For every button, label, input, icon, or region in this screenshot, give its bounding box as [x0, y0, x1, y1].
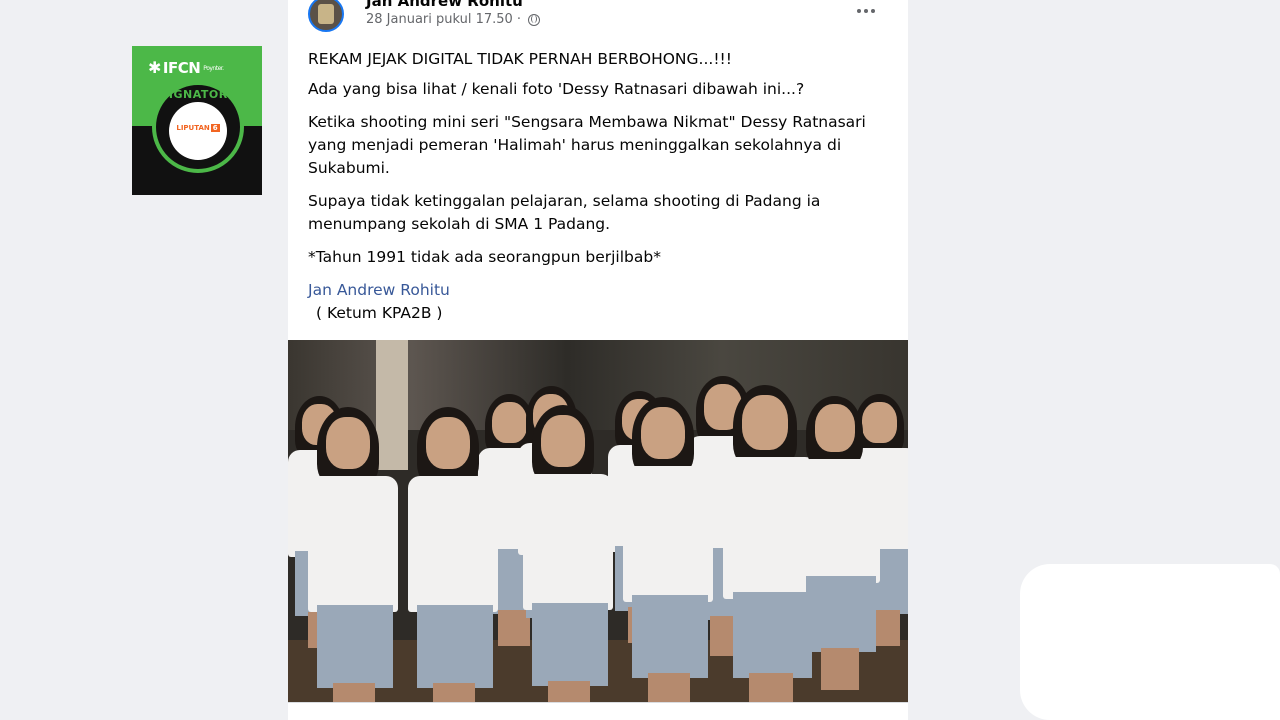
author-avatar[interactable]	[308, 0, 344, 32]
liputan6-logo: LIPUTAN 6	[173, 124, 223, 132]
person-head	[426, 416, 471, 470]
person-shirt	[523, 474, 613, 611]
person-head	[742, 394, 788, 450]
person-leg	[749, 673, 793, 702]
person-leg	[333, 683, 375, 702]
post-paragraph-4: Supaya tidak ketinggalan pelajaran, sela…	[308, 192, 821, 233]
person-skirt	[732, 591, 812, 678]
person-head	[641, 406, 686, 460]
brand-text: LIPUTAN	[176, 124, 210, 132]
badge-inner-circle: LIPUTAN 6	[169, 102, 227, 160]
signatory-ring: SIGNATORY LIPUTAN 6	[152, 81, 244, 173]
person-head	[862, 401, 897, 443]
post-paragraph-2: Ada yang bisa lihat / kenali foto 'Dessy…	[308, 80, 805, 98]
ifcn-logo-text: IFCN	[162, 59, 201, 77]
signatory-text: SIGNATORY	[160, 88, 236, 101]
person-shirt	[798, 458, 880, 583]
signature-subtitle: ( Ketum KPA2B )	[316, 304, 443, 322]
redacted-area-2	[1040, 575, 1120, 720]
group-photo[interactable]	[288, 340, 908, 702]
person-leg	[648, 673, 690, 702]
post-timestamp[interactable]: 28 Januari pukul 17.50	[366, 12, 513, 27]
more-options-icon[interactable]	[853, 2, 879, 20]
person-skirt	[417, 605, 494, 688]
person-shirt	[623, 466, 713, 603]
person-leg	[548, 681, 590, 702]
person-head	[326, 416, 371, 470]
signature-link[interactable]: Jan Andrew Rohitu	[308, 279, 888, 302]
brand-number: 6	[210, 124, 220, 132]
author-name[interactable]: Jan Andrew Rohitu	[366, 0, 523, 10]
person-shirt	[308, 476, 398, 613]
reaction-bar	[288, 702, 908, 720]
photo-pillar	[376, 340, 408, 470]
person-shirt	[408, 476, 498, 613]
facebook-post-card: Jan Andrew Rohitu 28 Januari pukul 17.50…	[288, 0, 908, 720]
person-skirt	[632, 595, 709, 678]
post-meta: 28 Januari pukul 17.50 ·	[366, 12, 540, 27]
star-icon: ✱	[148, 58, 161, 77]
person-skirt	[806, 576, 876, 652]
person-skirt	[532, 603, 609, 686]
meta-separator: ·	[516, 12, 521, 27]
post-paragraph-3: Ketika shooting mini seri "Sengsara Memb…	[308, 113, 866, 177]
ifcn-logo: ✱ IFCN Poynter.	[148, 58, 224, 77]
person-head	[492, 401, 527, 443]
globe-icon	[527, 13, 540, 26]
post-paragraph-5: *Tahun 1991 tidak ada seorangpun berjilb…	[308, 248, 661, 266]
person-head	[814, 404, 855, 453]
poynter-text: Poynter.	[203, 65, 224, 72]
person-skirt	[317, 605, 394, 688]
person-leg	[821, 647, 859, 690]
post-body: REKAM JEJAK DIGITAL TIDAK PERNAH BERBOHO…	[308, 48, 888, 325]
person-head	[541, 414, 586, 468]
ifcn-signatory-badge: ✱ IFCN Poynter. SIGNATORY LIPUTAN 6	[132, 46, 262, 195]
post-paragraph-1: REKAM JEJAK DIGITAL TIDAK PERNAH BERBOHO…	[308, 50, 732, 68]
person-leg	[433, 683, 475, 702]
